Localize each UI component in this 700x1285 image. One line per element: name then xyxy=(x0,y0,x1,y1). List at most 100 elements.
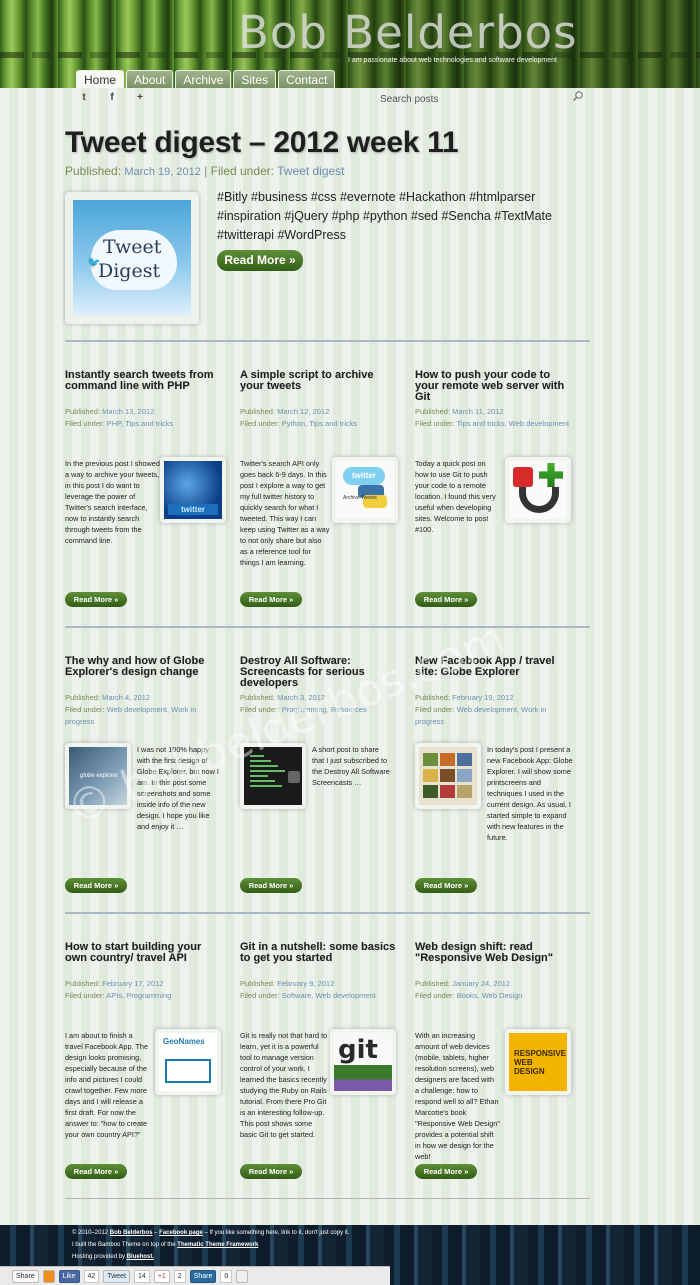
post-globe-design: The why and how of Globe Explorer's desi… xyxy=(65,656,223,896)
tab-home[interactable]: Home xyxy=(76,70,125,88)
search-icon[interactable] xyxy=(572,90,584,102)
facebook-page-link[interactable]: Facebook page xyxy=(159,1230,203,1236)
post-title[interactable]: Instantly search tweets from command lin… xyxy=(65,370,223,392)
post-title[interactable]: A simple script to archive your tweets xyxy=(240,370,398,392)
post-destroy-all-software: Destroy All Software: Screencasts for se… xyxy=(240,656,398,896)
featured-post-title[interactable]: Tweet digest – 2012 week 11 xyxy=(65,126,459,160)
post-title[interactable]: Web design shift: read "Responsive Web D… xyxy=(415,942,573,964)
tab-sites[interactable]: Sites xyxy=(233,70,277,88)
post-thumbnail[interactable]: twitter xyxy=(160,457,226,523)
search-input[interactable] xyxy=(380,90,586,108)
post-thumbnail[interactable]: twitter Archive Tweets xyxy=(332,457,398,523)
published-label: Published: xyxy=(415,693,451,702)
read-more-button[interactable]: Read More » xyxy=(415,592,477,607)
post-date: March 11, 2012 xyxy=(452,407,504,416)
code-line xyxy=(250,780,275,782)
rss-icon[interactable] xyxy=(42,1269,55,1283)
category-link[interactable]: APIs, Programming xyxy=(106,991,171,1000)
post-git-nutshell: Git in a nutshell: some basics to get yo… xyxy=(240,942,398,1182)
category-link[interactable]: PHP, Tips and tricks xyxy=(107,419,174,428)
git-push-image xyxy=(509,461,567,519)
post-thumbnail[interactable]: git xyxy=(330,1029,396,1095)
category-link[interactable]: Python, Tips and tricks xyxy=(282,419,357,428)
read-more-button[interactable]: Read More » xyxy=(240,1164,302,1179)
tab-archive[interactable]: Archive xyxy=(175,70,232,88)
country-api-image: GeoNames xyxy=(159,1033,217,1091)
post-title[interactable]: How to push your code to your remote web… xyxy=(415,370,573,403)
read-more-button[interactable]: Read More » xyxy=(415,1164,477,1179)
thematic-link[interactable]: Thematic Theme Framework xyxy=(177,1242,258,1248)
tab-about[interactable]: About xyxy=(126,70,174,88)
post-categories: Filed under: Tips and tricks, Web develo… xyxy=(415,418,573,430)
read-more-button[interactable]: Read More » xyxy=(240,592,302,607)
twitter-logo: twitter xyxy=(168,504,218,515)
code-line xyxy=(250,755,264,757)
code-line xyxy=(250,770,285,772)
git-logo: git xyxy=(338,1035,378,1065)
read-more-button[interactable]: Read More » xyxy=(65,1164,127,1179)
filed-label: Filed under: xyxy=(240,991,280,1000)
post-title[interactable]: The why and how of Globe Explorer's desi… xyxy=(65,656,223,678)
post-categories: Filed under: APIs, Programming xyxy=(65,990,223,1002)
footer-line-2: I built the Bamboo Theme on top of the T… xyxy=(72,1242,258,1248)
share-button[interactable]: Share xyxy=(12,1269,39,1283)
published-label: Published: xyxy=(415,979,451,988)
photo-tile xyxy=(423,785,438,798)
plus-count: 2 xyxy=(173,1269,186,1283)
post-date: January 24, 2012 xyxy=(452,979,511,988)
tab-contact[interactable]: Contact xyxy=(278,70,336,88)
read-more-button[interactable]: Read More » xyxy=(65,592,127,607)
play-icon xyxy=(288,771,300,783)
read-more-button[interactable]: Read More » xyxy=(65,878,127,893)
post-title[interactable]: Git in a nutshell: some basics to get yo… xyxy=(240,942,398,964)
published-label: Published: xyxy=(65,693,101,702)
featured-tags[interactable]: #Bitly #business #css #evernote #Hackath… xyxy=(217,188,577,245)
featured-category-link[interactable]: Tweet digest xyxy=(277,164,344,178)
post-excerpt: I am about to finish a travel Facebook A… xyxy=(65,1031,149,1139)
api-box xyxy=(165,1059,211,1083)
red-square xyxy=(513,467,533,487)
google-plus-one-button[interactable]: +1 xyxy=(153,1269,170,1283)
social-links: t f + xyxy=(78,92,146,104)
read-more-button[interactable]: Read More » xyxy=(240,878,302,893)
post-thumbnail[interactable]: RESPONSIVE WEB DESIGN xyxy=(505,1029,571,1095)
destroy-all-software-image xyxy=(244,747,302,805)
photo-tile xyxy=(440,753,455,766)
post-date: February 9, 2012 xyxy=(277,979,335,988)
tweet-button[interactable]: Tweet xyxy=(103,1269,131,1283)
facebook-like-button[interactable]: Like xyxy=(58,1269,80,1283)
post-thumbnail[interactable] xyxy=(505,457,571,523)
featured-thumbnail[interactable]: 🐦 Tweet Digest xyxy=(65,192,199,324)
featured-read-more-button[interactable]: Read More » xyxy=(217,250,303,271)
like-count: 42 xyxy=(83,1269,100,1283)
post-published: Published: February 17, 2012 xyxy=(65,978,163,990)
post-title[interactable]: New Facebook App / travel site: Globe Ex… xyxy=(415,656,573,678)
published-label: Published: xyxy=(240,693,276,702)
post-published: Published: March 12, 2012 xyxy=(240,406,329,418)
post-thumbnail[interactable]: GeoNames xyxy=(155,1029,221,1095)
site-title[interactable]: Bob Belderbos xyxy=(238,6,578,59)
post-date: March 12, 2012 xyxy=(277,407,330,416)
stumble-icon[interactable] xyxy=(236,1269,249,1283)
category-link[interactable]: Programming, Resources xyxy=(282,705,367,714)
post-thumbnail[interactable] xyxy=(415,743,481,809)
author-link[interactable]: Bob Belderbos xyxy=(110,1230,153,1236)
twitter-icon[interactable]: t xyxy=(78,92,90,104)
category-link[interactable]: Books, Web Design xyxy=(457,991,523,1000)
facebook-icon[interactable]: f xyxy=(106,92,118,104)
thumb-line-1: Tweet xyxy=(103,236,162,258)
linkedin-share-button[interactable]: Share xyxy=(189,1269,217,1283)
post-excerpt: Git is really not that hard to learn, ye… xyxy=(240,1031,328,1139)
main-nav: Home About Archive Sites Contact xyxy=(76,70,336,88)
read-more-button[interactable]: Read More » xyxy=(415,878,477,893)
bluehost-link[interactable]: Bluehost. xyxy=(127,1254,154,1260)
post-title[interactable]: Destroy All Software: Screencasts for se… xyxy=(240,656,398,689)
category-link[interactable]: Software, Web development xyxy=(282,991,376,1000)
category-link[interactable]: Tips and tricks, Web development xyxy=(457,419,570,428)
post-title[interactable]: How to start building your own country/ … xyxy=(65,942,223,964)
post-thumbnail[interactable]: globe explorer xyxy=(65,743,131,809)
share-bar: Share Like 42 Tweet 14 +1 2 Share 0 xyxy=(0,1266,390,1285)
post-thumbnail[interactable] xyxy=(240,743,306,809)
search-tweets-image: twitter xyxy=(164,461,222,519)
google-plus-icon[interactable]: + xyxy=(134,92,146,104)
